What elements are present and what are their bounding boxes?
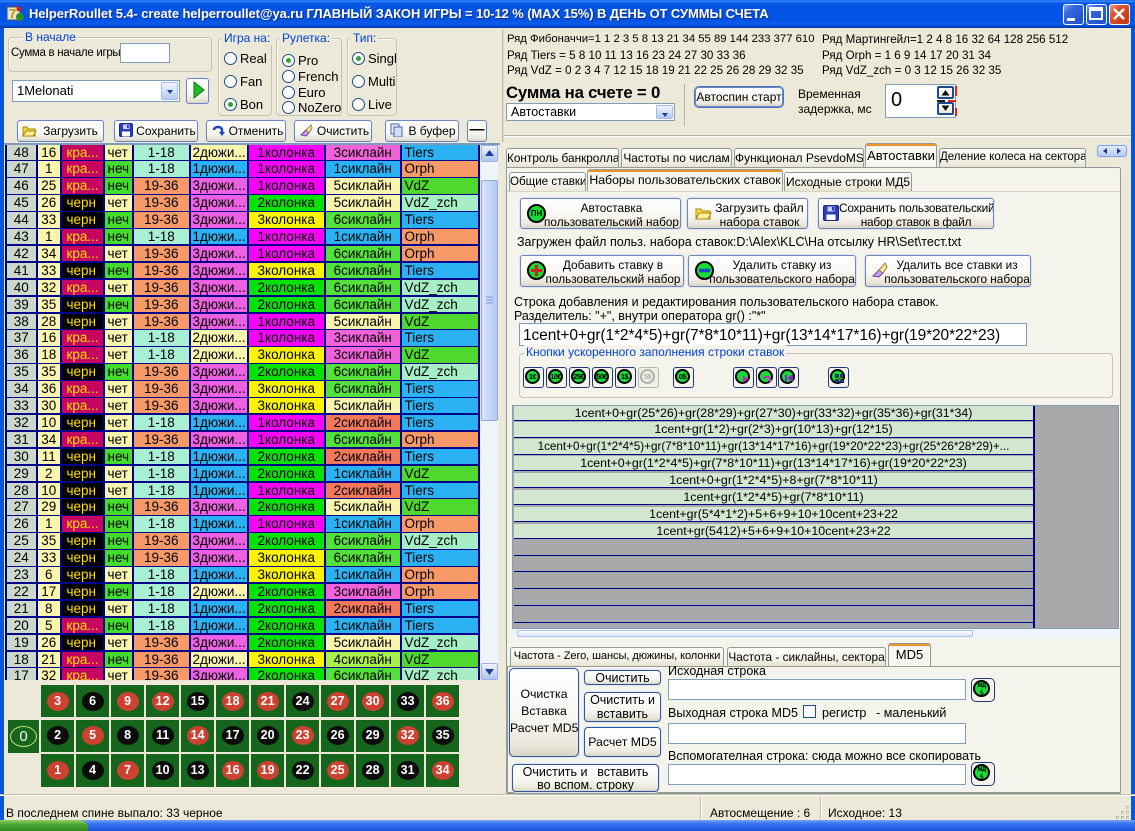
svg-text:7: 7 bbox=[9, 6, 16, 21]
